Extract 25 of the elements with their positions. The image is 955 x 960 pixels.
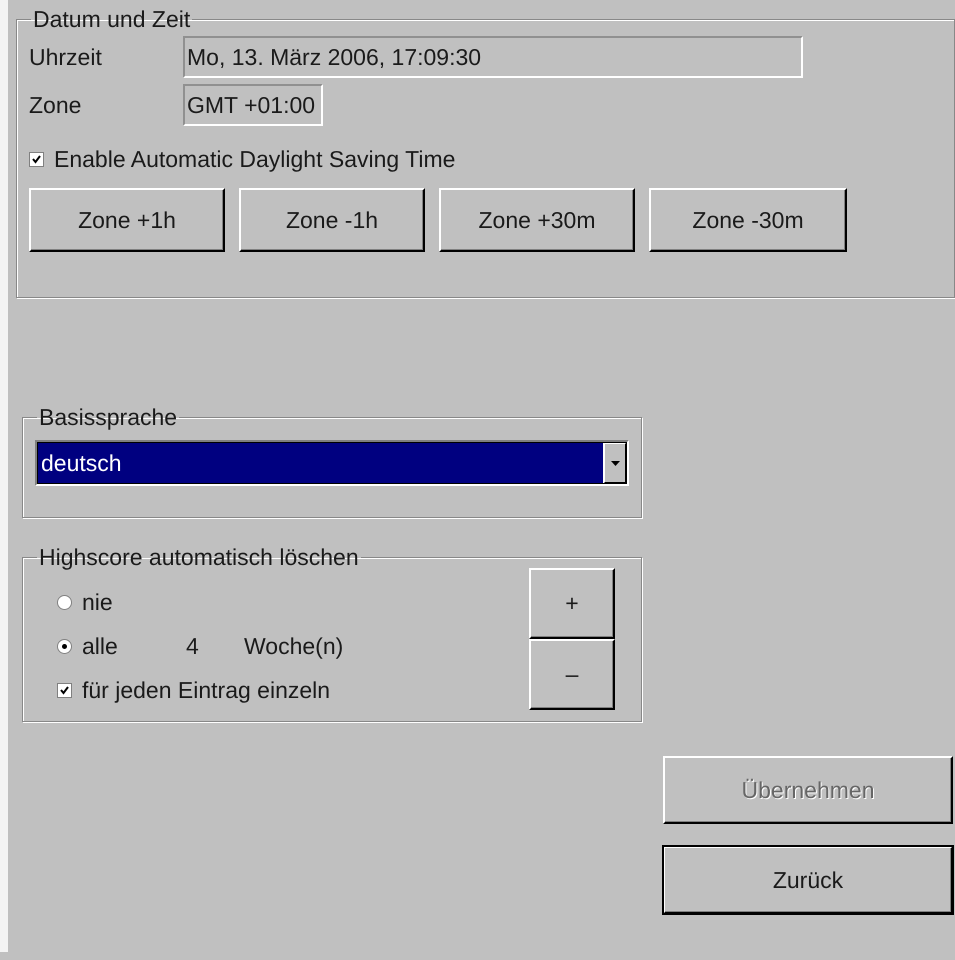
group-title: Highscore automatisch löschen	[38, 546, 360, 568]
zone-button[interactable]: Zone +30m	[439, 188, 635, 252]
option-label: alle	[82, 632, 119, 661]
group-title: Basissprache	[38, 406, 178, 428]
increment-button[interactable]: +	[529, 568, 615, 639]
zone-button[interactable]: Zone -1h	[239, 188, 425, 252]
radio-button[interactable]	[57, 594, 72, 610]
decrement-button[interactable]: –	[529, 639, 615, 710]
zone-button[interactable]: Zone +1h	[29, 188, 225, 252]
radio-button[interactable]	[57, 638, 72, 654]
checkbox[interactable]	[57, 682, 72, 698]
option-label: nie	[82, 588, 114, 617]
text-field[interactable]: Mo, 13. März 2006, 17:09:30	[183, 36, 803, 78]
language-dropdown[interactable]: deutsch	[35, 440, 629, 486]
interval-value: 4	[186, 632, 200, 661]
field-label: Uhrzeit	[29, 43, 103, 72]
zone-button[interactable]: Zone -30m	[649, 188, 847, 252]
checkbox-label: für jeden Eintrag einzeln	[82, 676, 330, 705]
field-label: Zone	[29, 91, 82, 120]
checkbox[interactable]	[29, 152, 44, 166]
group-title: Datum und Zeit	[32, 8, 192, 30]
interval-unit: Woche(n)	[244, 632, 344, 661]
text-field[interactable]: GMT +01:00	[183, 84, 323, 126]
action-button[interactable]: Zurück	[663, 846, 953, 914]
checkbox-label: Enable Automatic Daylight Saving Time	[54, 145, 456, 174]
